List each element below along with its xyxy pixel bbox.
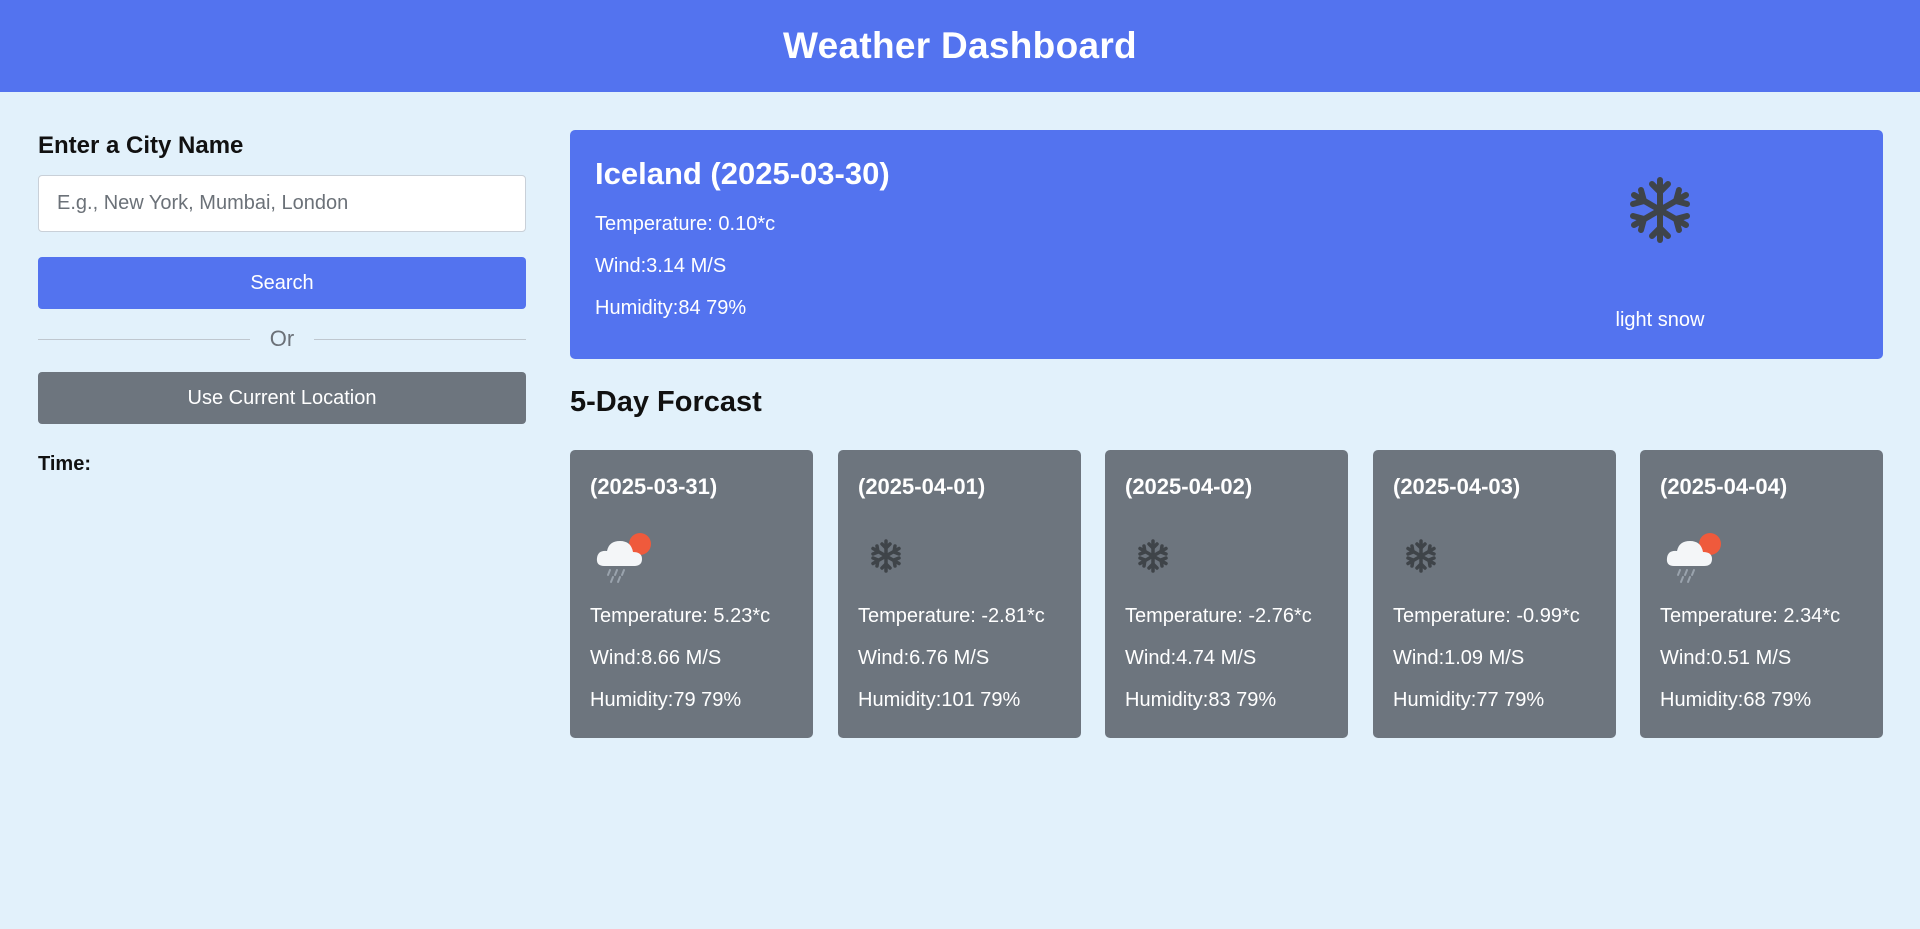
forecast-humidity: Humidity:68 79% [1660,689,1812,711]
forecast-card: (2025-04-04) Temperature: 2.34*c Wind:0.… [1640,450,1883,738]
forecast-card: (2025-04-02) Temperature: -2.76*c Wind:4… [1105,450,1348,738]
forecast-humidity: Humidity:79 79% [590,689,742,711]
forecast-wind: Wind:4.74 M/S [1125,647,1257,669]
current-weather-card: Iceland (2025-03-30) Temperature: 0.10*c… [570,130,1883,359]
forecast-humidity: Humidity:83 79% [1125,689,1277,711]
current-city-date: Iceland (2025-03-30) [595,156,890,191]
time-label: Time: [38,453,91,475]
forecast-temperature: Temperature: -2.81*c [858,605,1045,627]
weather-description: light snow [1615,309,1705,331]
city-input-label: Enter a City Name [38,132,244,159]
cloud-rain-sun-icon [1666,533,1721,583]
forecast-wind: Wind:0.51 M/S [1660,647,1792,669]
forecast-heading: 5-Day Forcast [570,386,762,418]
forecast-temperature: Temperature: 5.23*c [590,605,771,627]
forecast-date: (2025-03-31) [590,474,718,499]
divider-line-left [38,338,250,340]
current-temperature: Temperature: 0.10*c [595,213,776,235]
app-header: Weather Dashboard [0,0,1920,92]
use-current-location-button[interactable]: Use Current Location [38,372,526,424]
forecast-card: (2025-04-01) Temperature: -2.81*c Wind:6… [838,450,1081,738]
or-divider: Or [38,324,527,354]
city-search-input[interactable] [38,175,526,232]
snowflake-icon [1630,177,1690,243]
forecast-card: (2025-03-31) Temperature: 5.23*c Wind:8.… [570,450,813,738]
current-humidity: Humidity:84 79% [595,297,747,319]
forecast-temperature: Temperature: -2.76*c [1125,605,1312,627]
forecast-date: (2025-04-04) [1660,474,1788,499]
or-label: Or [269,326,295,351]
forecast-list: (2025-03-31) Temperature: 5.23*c Wind:8.… [570,450,1883,738]
forecast-humidity: Humidity:101 79% [858,689,1021,711]
page-title: Weather Dashboard [783,25,1137,66]
forecast-temperature: Temperature: 2.34*c [1660,605,1841,627]
forecast-date: (2025-04-03) [1393,474,1521,499]
search-button[interactable]: Search [38,257,526,309]
current-wind: Wind:3.14 M/S [595,255,727,277]
forecast-temperature: Temperature: -0.99*c [1393,605,1580,627]
forecast-wind: Wind:6.76 M/S [858,647,990,669]
forecast-wind: Wind:1.09 M/S [1393,647,1525,669]
forecast-card: (2025-04-03) Temperature: -0.99*c Wind:1… [1373,450,1616,738]
snowflake-icon [1406,539,1436,573]
forecast-humidity: Humidity:77 79% [1393,689,1545,711]
forecast-date: (2025-04-02) [1125,474,1253,499]
forecast-wind: Wind:8.66 M/S [590,647,722,669]
snowflake-icon [871,539,901,573]
forecast-date: (2025-04-01) [858,474,986,499]
cloud-rain-sun-icon [596,533,651,583]
divider-line-right [314,338,527,340]
snowflake-icon [1138,539,1168,573]
